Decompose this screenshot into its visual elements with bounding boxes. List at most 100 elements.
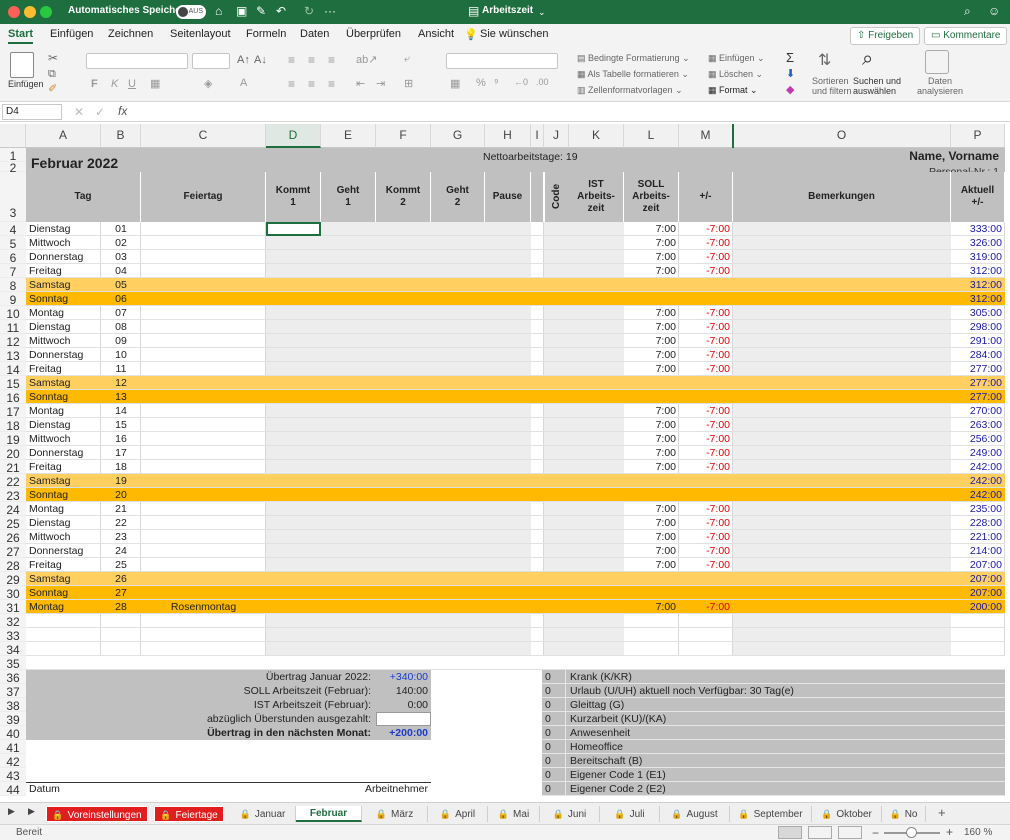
undo-icon[interactable]: ↶ (276, 4, 286, 18)
sheet-tab-12[interactable]: 🔒 No (882, 806, 926, 822)
currency-icon[interactable]: ▦ (450, 77, 460, 90)
row-header-43[interactable]: 43 (0, 768, 26, 783)
row-header-38[interactable]: 38 (0, 698, 26, 713)
search-icon[interactable]: ⌕ (964, 4, 971, 19)
font-size-select[interactable] (192, 53, 230, 69)
redo-icon[interactable]: ↻ (304, 4, 314, 18)
row-header-32[interactable]: 32 (0, 614, 26, 629)
find-icon[interactable]: ⌕ (862, 48, 873, 71)
confirm-icon[interactable]: ✓ (95, 105, 105, 119)
row-header-36[interactable]: 36 (0, 670, 26, 685)
comma-style-icon[interactable]: ⁹ (494, 77, 499, 89)
row-header-10[interactable]: 10 (0, 306, 26, 321)
page-break-icon[interactable] (838, 826, 862, 839)
chevron-down-icon[interactable]: ⌄ (538, 7, 546, 18)
wrap-text-icon[interactable]: ⤶ (404, 53, 410, 66)
cell-styles-button[interactable]: ▥ Zellenformatvorlagen ⌄ (577, 85, 683, 96)
align-top-icon[interactable]: ≡ (288, 53, 295, 67)
ribbon-tab-5[interactable]: Daten (300, 28, 329, 40)
row-header-9[interactable]: 9 (0, 292, 26, 307)
column-header-P[interactable]: P (951, 124, 1005, 148)
row-header-19[interactable]: 19 (0, 432, 26, 447)
column-header-C[interactable]: C (141, 124, 266, 148)
column-header-E[interactable]: E (321, 124, 376, 148)
row-header-41[interactable]: 41 (0, 740, 26, 755)
column-header-M[interactable]: M (679, 124, 733, 148)
sort-filter-icon[interactable]: ⇅ (818, 50, 831, 70)
function-icon[interactable]: fx (118, 104, 127, 118)
underline-button[interactable]: U (128, 78, 136, 90)
row-header-11[interactable]: 11 (0, 320, 26, 335)
cut-icon[interactable]: ✂ (48, 51, 58, 65)
column-header-H[interactable]: H (485, 124, 531, 148)
scroll-right-icon[interactable]: ▶ (28, 806, 35, 817)
row-header-39[interactable]: 39 (0, 712, 26, 727)
ribbon-tab-3[interactable]: Seitenlayout (170, 28, 231, 40)
row-header-27[interactable]: 27 (0, 544, 26, 559)
fill-down-icon[interactable]: ⬇ (786, 67, 795, 80)
tell-me-label[interactable]: Sie wünschen (480, 28, 549, 40)
row-header-1[interactable]: 1 (0, 148, 26, 163)
name-box[interactable]: D4 (2, 104, 62, 120)
more-icon[interactable]: ··· (324, 4, 336, 18)
fill-color-icon[interactable]: ◈ (204, 77, 212, 90)
clear-icon[interactable]: ◆ (786, 83, 794, 96)
column-header-A[interactable]: A (26, 124, 101, 148)
cancel-icon[interactable]: ✕ (74, 105, 84, 119)
format-painter-icon[interactable]: ✐ (48, 82, 57, 95)
zoom-in-icon[interactable]: + (946, 825, 953, 839)
decrease-decimal-icon[interactable]: .00 (536, 77, 549, 87)
copy-icon[interactable]: ⧉ (48, 68, 56, 81)
row-header-40[interactable]: 40 (0, 726, 26, 741)
zoom-window-button[interactable] (40, 6, 52, 18)
ribbon-tab-0[interactable]: Start (8, 28, 34, 44)
row-header-42[interactable]: 42 (0, 754, 26, 769)
column-header-J[interactable]: J (544, 124, 569, 148)
row-header-34[interactable]: 34 (0, 642, 26, 657)
ribbon-tab-6[interactable]: Überprüfen (346, 28, 401, 40)
borders-icon[interactable]: ▦ (150, 77, 160, 90)
zoom-slider-thumb[interactable] (906, 827, 917, 838)
font-color-icon[interactable]: A (240, 77, 247, 89)
row-header-20[interactable]: 20 (0, 446, 26, 461)
row-header-44[interactable]: 44 (0, 782, 26, 797)
row-header-8[interactable]: 8 (0, 278, 26, 293)
sheet-tab-5[interactable]: 🔒 April (428, 806, 488, 822)
find-select-button[interactable]: Suchen und auswählen (853, 76, 901, 96)
align-bottom-icon[interactable]: ≡ (328, 53, 335, 67)
align-right-icon[interactable]: ≡ (328, 77, 335, 91)
sheet-tab-8[interactable]: 🔒 Juli (600, 806, 660, 822)
shrink-font-icon[interactable]: A↓ (254, 54, 267, 66)
sheet-tab-1[interactable]: 🔒 Feiertage (154, 806, 224, 822)
column-header-L[interactable]: L (624, 124, 679, 148)
home-icon[interactable]: ⌂ (215, 4, 222, 18)
decrease-indent-icon[interactable]: ⇤ (356, 77, 365, 90)
page-layout-icon[interactable] (808, 826, 832, 839)
row-header-17[interactable]: 17 (0, 404, 26, 419)
row-header-15[interactable]: 15 (0, 376, 26, 391)
increase-indent-icon[interactable]: ⇥ (376, 77, 385, 90)
sheet-tab-6[interactable]: 🔒 Mai (488, 806, 540, 822)
column-header-G[interactable]: G (431, 124, 485, 148)
sheet-tab-11[interactable]: 🔒 Oktober (812, 806, 882, 822)
increase-decimal-icon[interactable]: ←0 (514, 77, 528, 87)
row-header-30[interactable]: 30 (0, 586, 26, 601)
scroll-left-icon[interactable]: ▶ (8, 806, 15, 817)
sheet-tab-4[interactable]: 🔒 März (362, 806, 428, 822)
summary-value[interactable] (376, 712, 431, 726)
column-header-D[interactable]: D (266, 124, 321, 148)
ribbon-tab-2[interactable]: Zeichnen (108, 28, 153, 40)
align-left-icon[interactable]: ≡ (288, 77, 295, 91)
paste-icon[interactable] (10, 52, 34, 78)
document-title[interactable]: Arbeitszeit (482, 5, 533, 16)
comments-button[interactable]: ▭ Kommentare (924, 27, 1008, 45)
row-header-24[interactable]: 24 (0, 502, 26, 517)
share-button[interactable]: ⇧ Freigeben (850, 27, 921, 45)
row-header-35[interactable]: 35 (0, 656, 26, 671)
row-header-21[interactable]: 21 (0, 460, 26, 475)
analyze-data-button[interactable]: Daten analysieren (917, 76, 963, 96)
row-header-37[interactable]: 37 (0, 684, 26, 699)
orientation-icon[interactable]: ab↗ (356, 53, 377, 66)
account-icon[interactable]: ☺ (988, 4, 1000, 18)
analyze-data-icon[interactable] (925, 50, 949, 74)
